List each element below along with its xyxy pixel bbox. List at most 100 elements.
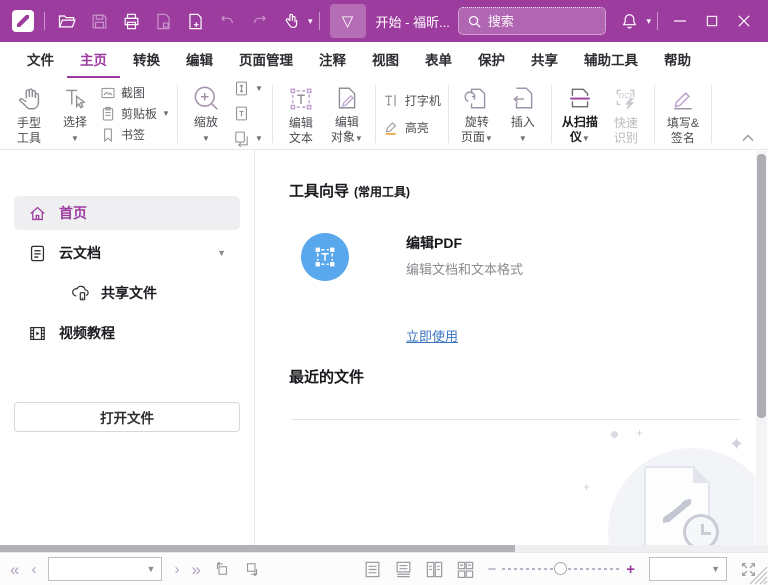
open-file-button[interactable]: 打开文件	[14, 402, 240, 432]
undo-icon[interactable]	[214, 8, 240, 34]
search-box[interactable]	[458, 7, 606, 35]
rotate-page-icon	[464, 84, 490, 112]
fit-page-button[interactable]: ▼	[233, 80, 263, 98]
minimize-button[interactable]	[667, 8, 693, 34]
main-content: 工具向导(常用工具) 编辑PDF 编辑文档和文本格式 立即使用 最近的文件 + …	[256, 150, 755, 545]
save-icon[interactable]	[86, 8, 112, 34]
edit-text-button[interactable]: 编辑文本	[278, 82, 324, 146]
caret-down-icon: ▼	[485, 134, 493, 143]
select-tool-button[interactable]: 选择▼	[52, 81, 98, 146]
status-bar: « ‹ ▼ › » − +	[0, 552, 768, 585]
menu-convert[interactable]: 转换	[120, 42, 173, 78]
highlight-button[interactable]: 高亮	[383, 115, 441, 139]
sidebar-item-home[interactable]: 首页	[14, 196, 240, 230]
menu-form[interactable]: 表单	[412, 42, 465, 78]
sidebar-item-shared-files[interactable]: 共享文件	[56, 276, 240, 310]
caret-down-icon: ▼	[519, 134, 527, 143]
search-input[interactable]	[488, 14, 588, 29]
menu-home[interactable]: 主页	[67, 42, 120, 78]
previous-page-button[interactable]: ‹	[31, 562, 36, 577]
continuous-view-button[interactable]	[394, 560, 413, 579]
menu-edit[interactable]: 编辑	[173, 42, 226, 78]
menu-view[interactable]: 视图	[359, 42, 412, 78]
clipboard-button[interactable]: 剪贴板 ▼	[100, 105, 170, 123]
actual-size-button[interactable]	[233, 105, 263, 123]
sidebar-item-cloud-docs[interactable]: 云文档 ▼	[14, 236, 240, 270]
horizontal-scrollbar[interactable]	[0, 545, 768, 552]
hand-tool-button[interactable]: 手型工具	[6, 82, 52, 146]
print-icon[interactable]	[118, 8, 144, 34]
quick-ocr-label: 快速识别	[609, 116, 643, 146]
zoom-in-icon[interactable]: +	[626, 561, 635, 578]
menu-file[interactable]: 文件	[14, 42, 67, 78]
next-view-button[interactable]	[243, 560, 261, 578]
edit-object-icon	[334, 84, 360, 112]
sidebar-item-label: 首页	[59, 203, 87, 223]
window-resize-grip[interactable]	[748, 565, 768, 585]
typewriter-button[interactable]: 打字机	[383, 88, 441, 112]
caret-down-icon[interactable]: ▾	[646, 16, 651, 27]
watermark-clock-icon	[683, 514, 719, 545]
open-file-icon[interactable]	[54, 8, 80, 34]
menu-protect[interactable]: 保护	[465, 42, 518, 78]
new-document-icon[interactable]	[182, 8, 208, 34]
rotate-pages-button[interactable]: 旋转页面▼	[454, 81, 500, 146]
start-tab-title[interactable]: 开始 - 福昕...	[376, 12, 450, 31]
menu-share[interactable]: 共享	[518, 42, 571, 78]
zoom-percent-combobox[interactable]: ▼	[649, 557, 727, 581]
edit-pdf-icon[interactable]	[301, 233, 349, 281]
cloud-document-icon	[28, 244, 47, 263]
redo-icon[interactable]	[246, 8, 272, 34]
zoom-slider[interactable]: − +	[487, 561, 635, 578]
first-page-button[interactable]: «	[10, 561, 19, 578]
collapse-toolbar-chevron[interactable]	[742, 129, 754, 147]
edit-object-button[interactable]: 编辑对象▼	[324, 81, 370, 146]
menu-help[interactable]: 帮助	[651, 42, 704, 78]
caret-down-icon[interactable]: ▼	[217, 248, 226, 258]
vertical-scrollbar[interactable]	[756, 151, 767, 545]
edit-object-label: 编辑对象▼	[330, 115, 364, 146]
horizontal-scrollbar-thumb[interactable]	[0, 545, 515, 552]
divider	[291, 419, 741, 420]
close-button[interactable]	[731, 8, 757, 34]
reflow-button[interactable]: ▼	[233, 130, 263, 148]
bookmark-button[interactable]: 书签	[100, 126, 170, 144]
scanner-icon	[567, 84, 593, 112]
page-number-combobox[interactable]: ▼	[48, 557, 162, 581]
vertical-scrollbar-thumb[interactable]	[757, 154, 766, 418]
fill-sign-label: 填写&签名	[666, 116, 700, 146]
zoom-slider-knob[interactable]	[554, 562, 567, 575]
zoom-tool-button[interactable]: 缩放▼	[183, 81, 229, 146]
quick-ocr-button[interactable]: OCR 快速识别	[603, 82, 649, 146]
screenshot-button[interactable]: 截图	[100, 84, 170, 102]
zoom-out-icon[interactable]: −	[487, 561, 496, 578]
start-tab-dropdown[interactable]: ▽	[330, 4, 366, 38]
hand-touch-mode-icon[interactable]	[278, 8, 304, 34]
clipboard-icon	[100, 106, 116, 122]
divider	[657, 12, 658, 30]
next-page-button[interactable]: ›	[174, 562, 179, 577]
zoom-slider-track[interactable]	[502, 568, 620, 570]
sparkle-icon: +	[583, 480, 590, 494]
previous-view-button[interactable]	[213, 560, 231, 578]
sidebar-item-video-tutorials[interactable]: 视频教程	[14, 316, 240, 350]
single-page-view-button[interactable]	[363, 560, 382, 579]
last-page-button[interactable]: »	[191, 561, 200, 578]
menu-page-management[interactable]: 页面管理	[226, 42, 306, 78]
toolbar-ribbon: 手型工具 选择▼ 截图 剪贴板 ▼ 书签	[0, 78, 768, 150]
facing-continuous-view-button[interactable]	[456, 560, 475, 579]
from-scanner-label: 从扫描仪▼	[562, 115, 598, 146]
highlight-icon	[383, 119, 400, 136]
from-scanner-button[interactable]: 从扫描仪▼	[557, 81, 603, 146]
menu-comment[interactable]: 注释	[306, 42, 359, 78]
insert-pages-button[interactable]: 插入▼	[500, 81, 546, 146]
facing-view-button[interactable]	[425, 560, 444, 579]
maximize-button[interactable]	[699, 8, 725, 34]
fill-sign-button[interactable]: 填写&签名	[660, 82, 706, 146]
use-now-link[interactable]: 立即使用	[406, 326, 458, 345]
caret-down-icon[interactable]: ▾	[308, 16, 313, 27]
menu-accessibility[interactable]: 辅助工具	[571, 42, 651, 78]
notifications-bell-icon[interactable]	[616, 8, 642, 34]
extract-page-icon[interactable]	[150, 8, 176, 34]
fit-page-icon	[233, 80, 250, 97]
